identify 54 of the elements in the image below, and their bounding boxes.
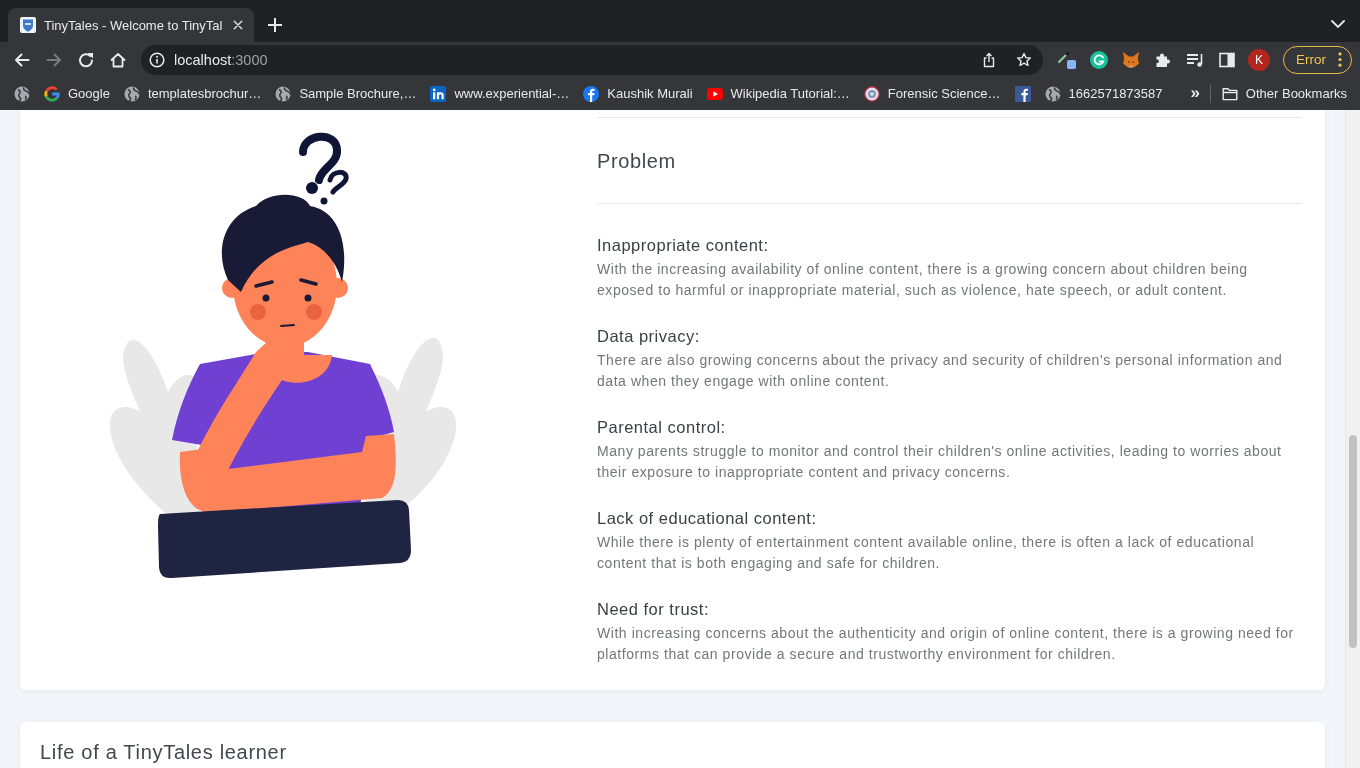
eyedropper-icon [1057, 49, 1077, 70]
problem-title: Inappropriate content: [597, 235, 770, 255]
side-panel-icon [1219, 51, 1235, 68]
home-icon [110, 51, 126, 68]
more-bookmarks-button[interactable]: » [1184, 80, 1206, 107]
problem-title: Lack of educational content: [597, 508, 818, 528]
kebab-menu-icon [1338, 52, 1342, 67]
globe-icon [1044, 85, 1061, 102]
chevron-down-icon [1331, 17, 1345, 31]
bookmark-button[interactable]: templatesbrochur… [116, 80, 269, 107]
problem-title: Parental control: [597, 417, 727, 437]
problem-description: Many parents struggle to monitor and control their children's online activities, leading to worries about their exposure to inappropriate content and privacy concerns. [597, 442, 1283, 482]
g-circle-icon [1090, 50, 1108, 69]
address-field[interactable]: localhost:3000 [141, 44, 1043, 75]
f-logo-icon [583, 85, 600, 102]
scrollbar-thumb[interactable] [1349, 435, 1357, 648]
left-arrow-icon [14, 51, 30, 68]
globe-icon [275, 85, 292, 102]
in-logo-icon [430, 85, 447, 102]
bookmark-button[interactable]: 1662571873587 [1037, 80, 1170, 107]
browser-tab[interactable]: TinyTales - Welcome to TinyTal [8, 8, 255, 42]
bookmark-button[interactable]: Google [37, 80, 117, 107]
profile-avatar[interactable]: K [1248, 48, 1270, 71]
play-logo-icon [706, 85, 723, 102]
share-icon [981, 51, 997, 68]
fox-icon [1122, 50, 1140, 69]
bookmark-button[interactable]: Kaushik Murali [576, 80, 700, 107]
problem-description: With increasing concerns about the authenticity and origin of online content, there is a growing need for platforms that can provide a secure and trustworthy environment for children. [597, 624, 1295, 664]
star-icon [1016, 51, 1032, 68]
problem-title: Data privacy: [597, 326, 701, 346]
problem-description: While there is plenty of entertainment content available online, there is often a lack of educational content that is both engaging and safe for children. [597, 533, 1256, 573]
g-logo-icon [44, 85, 60, 102]
close-icon [233, 20, 244, 30]
reload-icon [78, 51, 94, 68]
bookmark-button[interactable]: Wikipedia Tutorial:… [699, 80, 857, 107]
puzzle-icon [1155, 51, 1171, 68]
plus-icon [268, 18, 283, 32]
problem-title: Need for trust: [597, 599, 711, 619]
shield-favicon-icon [20, 17, 36, 33]
bookmark-button[interactable]: Sample Brochure,… [268, 80, 424, 107]
problem-description: There are also growing concerns about the privacy and security of children's personal information and data when they engage with online content. [597, 351, 1284, 391]
bookmark-button[interactable]: www.experiential-… [423, 80, 577, 107]
problem-description: With the increasing availability of online content, there is a growing concern about children being exposed to harmful or inappropriate material, such as violence, hate speech, or adult content. [597, 260, 1249, 300]
bookmark-button[interactable]: Forensic Science… [856, 80, 1008, 107]
section-heading: Life of a TinyTales learner [40, 740, 288, 764]
info-icon [149, 51, 165, 68]
section-heading: Problem [597, 148, 676, 173]
globe-icon [14, 85, 30, 102]
globe-icon [123, 85, 140, 102]
round-seal-icon [863, 85, 880, 102]
right-arrow-icon [46, 51, 62, 68]
folder-icon [1221, 85, 1238, 102]
other-bookmarks-button[interactable]: Other Bookmarks [1214, 80, 1354, 107]
f-logo-icon [1014, 85, 1031, 102]
